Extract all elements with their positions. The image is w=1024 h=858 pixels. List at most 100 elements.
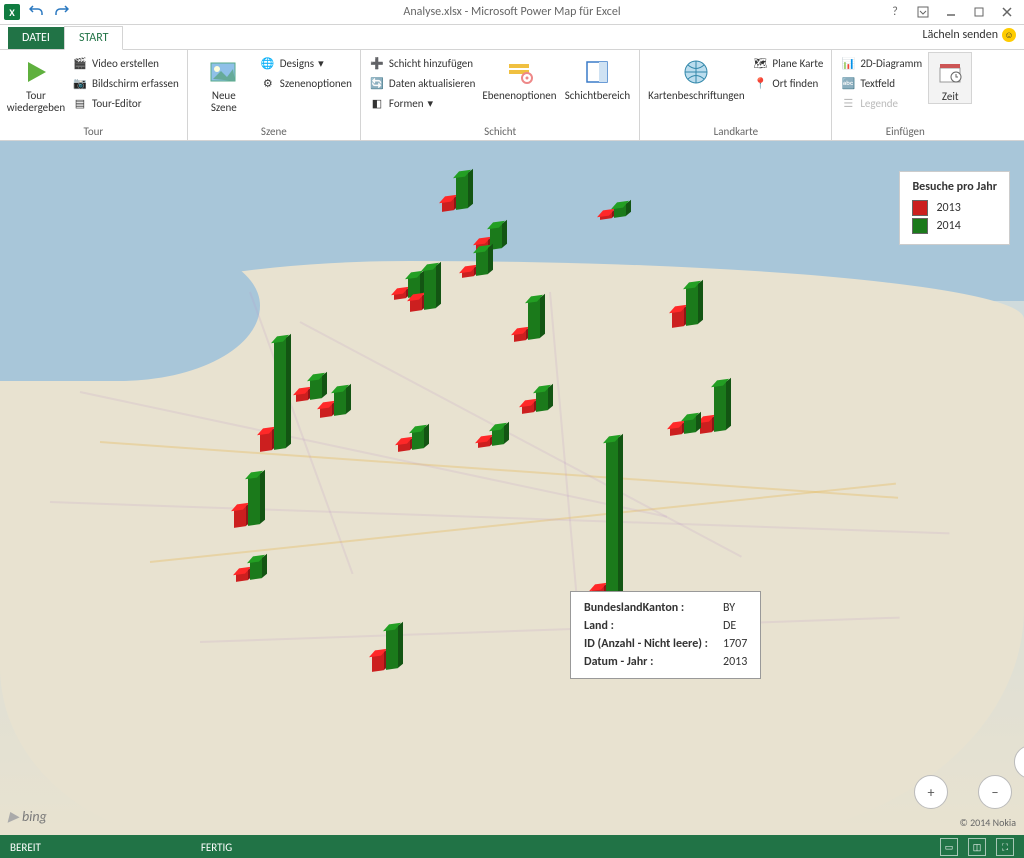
pan-left-button[interactable]: ‹: [1014, 745, 1024, 779]
data-bar[interactable]: [700, 418, 712, 434]
add-layer-button[interactable]: ➕Schicht hinzufügen: [367, 54, 477, 72]
legend-button[interactable]: ☰Legende: [838, 94, 924, 112]
data-bar[interactable]: [260, 430, 272, 452]
pin-icon: 📍: [752, 75, 768, 91]
data-bar[interactable]: [372, 652, 384, 672]
create-video-button[interactable]: 🎬Video erstellen: [70, 54, 181, 72]
map-labels-button[interactable]: Kartenbeschriftungen: [646, 52, 746, 102]
data-bar[interactable]: [528, 298, 540, 340]
status-bar: BEREIT FERTIG ▭ ◫ ⛶: [0, 835, 1024, 858]
legend-title: Besuche pro Jahr: [912, 180, 997, 194]
legend-swatch-2014: [912, 218, 928, 234]
layer-options-icon: [503, 56, 535, 88]
chart-2d-button[interactable]: 📊2D-Diagramm: [838, 54, 924, 72]
ribbon: Tour wiedergeben 🎬Video erstellen 📷Bilds…: [0, 50, 1024, 141]
data-bar[interactable]: [236, 570, 248, 582]
help-button[interactable]: ?: [882, 2, 908, 22]
ribbon-group-scene: Neue Szene 🌐Designs ▾ ⚙Szenenoptionen Sz…: [188, 50, 361, 140]
map-labels-icon: [680, 56, 712, 88]
status-done: FERTIG: [201, 841, 232, 854]
data-bar[interactable]: [492, 426, 504, 446]
undo-button[interactable]: [26, 2, 46, 22]
designs-button[interactable]: 🌐Designs ▾: [258, 54, 354, 72]
map-zoom-controls: + −: [914, 775, 1012, 809]
data-bar[interactable]: [514, 330, 526, 342]
smile-icon: ☺: [1002, 28, 1016, 42]
data-bar[interactable]: [386, 626, 398, 670]
data-bar[interactable]: [296, 390, 308, 402]
data-bar[interactable]: [478, 438, 490, 448]
play-tour-button[interactable]: Tour wiedergeben: [6, 52, 66, 114]
flat-map-button[interactable]: 🗺Plane Karte: [750, 54, 825, 72]
data-bar[interactable]: [334, 388, 346, 416]
group-label-scene: Szene: [194, 123, 354, 140]
title-bar: X Analyse.xlsx - Microsoft Power Map für…: [0, 0, 1024, 25]
data-bar[interactable]: [442, 198, 454, 212]
camera-icon: 📷: [72, 75, 88, 91]
data-bar[interactable]: [714, 382, 726, 432]
map-canvas[interactable]: Besuche pro Jahr 2013 2014 BundeslandKan…: [0, 141, 1024, 835]
shapes-button[interactable]: ◧Formen ▾: [367, 94, 477, 112]
view-mode-3-button[interactable]: ⛶: [996, 838, 1014, 856]
tab-start[interactable]: START: [64, 26, 124, 50]
data-bar[interactable]: [248, 474, 260, 526]
data-bar[interactable]: [310, 376, 322, 400]
ribbon-collapse-button[interactable]: [910, 2, 936, 22]
close-button[interactable]: [994, 2, 1020, 22]
scene-options-button[interactable]: ⚙Szenenoptionen: [258, 74, 354, 92]
tour-editor-button[interactable]: ▤Tour-Editor: [70, 94, 181, 112]
tab-file[interactable]: DATEI: [8, 27, 64, 49]
capture-screen-button[interactable]: 📷Bildschirm erfassen: [70, 74, 181, 92]
refresh-data-button[interactable]: 🔄Daten aktualisieren: [367, 74, 477, 92]
time-button[interactable]: Zeit: [928, 52, 972, 104]
data-bar[interactable]: [522, 402, 534, 414]
map-copyright: © 2014 Nokia: [960, 816, 1017, 829]
data-bar[interactable]: [684, 416, 696, 434]
maximize-button[interactable]: [966, 2, 992, 22]
layer-options-button[interactable]: Ebenenoptionen: [481, 52, 557, 102]
chart-icon: 📊: [840, 55, 856, 71]
find-location-button[interactable]: 📍Ort finden: [750, 74, 825, 92]
zoom-in-button[interactable]: +: [914, 775, 948, 809]
data-bar[interactable]: [606, 438, 618, 610]
ribbon-group-map: Kartenbeschriftungen 🗺Plane Karte 📍Ort f…: [640, 50, 832, 140]
data-bar[interactable]: [462, 268, 474, 278]
zoom-out-button[interactable]: −: [978, 775, 1012, 809]
shapes-icon: ◧: [369, 95, 385, 111]
gear-icon: ⚙: [260, 75, 276, 91]
layer-pane-button[interactable]: Schichtbereich: [561, 52, 633, 102]
data-bar[interactable]: [412, 428, 424, 450]
data-bar[interactable]: [410, 296, 422, 312]
data-tooltip: BundeslandKanton :BY Land :DE ID (Anzahl…: [570, 591, 761, 679]
data-bar[interactable]: [670, 424, 682, 436]
editor-icon: ▤: [72, 95, 88, 111]
data-bar[interactable]: [424, 266, 436, 310]
data-bar[interactable]: [320, 404, 332, 418]
layer-pane-icon: [581, 56, 613, 88]
data-bar[interactable]: [476, 248, 488, 276]
data-bar[interactable]: [614, 204, 626, 218]
textbox-button[interactable]: 🔤Textfeld: [838, 74, 924, 92]
data-bar[interactable]: [536, 388, 548, 412]
new-scene-button[interactable]: Neue Szene: [194, 52, 254, 114]
data-bar[interactable]: [274, 338, 286, 450]
redo-button[interactable]: [52, 2, 72, 22]
data-bar[interactable]: [394, 290, 406, 300]
play-icon: [20, 56, 52, 88]
video-icon: 🎬: [72, 55, 88, 71]
data-bar[interactable]: [686, 284, 698, 326]
minimize-button[interactable]: [938, 2, 964, 22]
group-label-tour: Tour: [6, 123, 181, 140]
data-bar[interactable]: [672, 308, 684, 328]
group-label-layer: Schicht: [367, 123, 633, 140]
ribbon-group-layer: ➕Schicht hinzufügen 🔄Daten aktualisieren…: [361, 50, 640, 140]
data-bar[interactable]: [250, 558, 262, 580]
view-mode-2-button[interactable]: ◫: [968, 838, 986, 856]
send-smile[interactable]: Lächeln senden ☺: [923, 28, 1016, 42]
data-bar[interactable]: [234, 506, 246, 528]
group-label-map: Landkarte: [646, 123, 825, 140]
data-bar[interactable]: [398, 440, 410, 452]
data-bar[interactable]: [456, 173, 468, 210]
map-legend[interactable]: Besuche pro Jahr 2013 2014: [899, 171, 1010, 245]
view-mode-1-button[interactable]: ▭: [940, 838, 958, 856]
